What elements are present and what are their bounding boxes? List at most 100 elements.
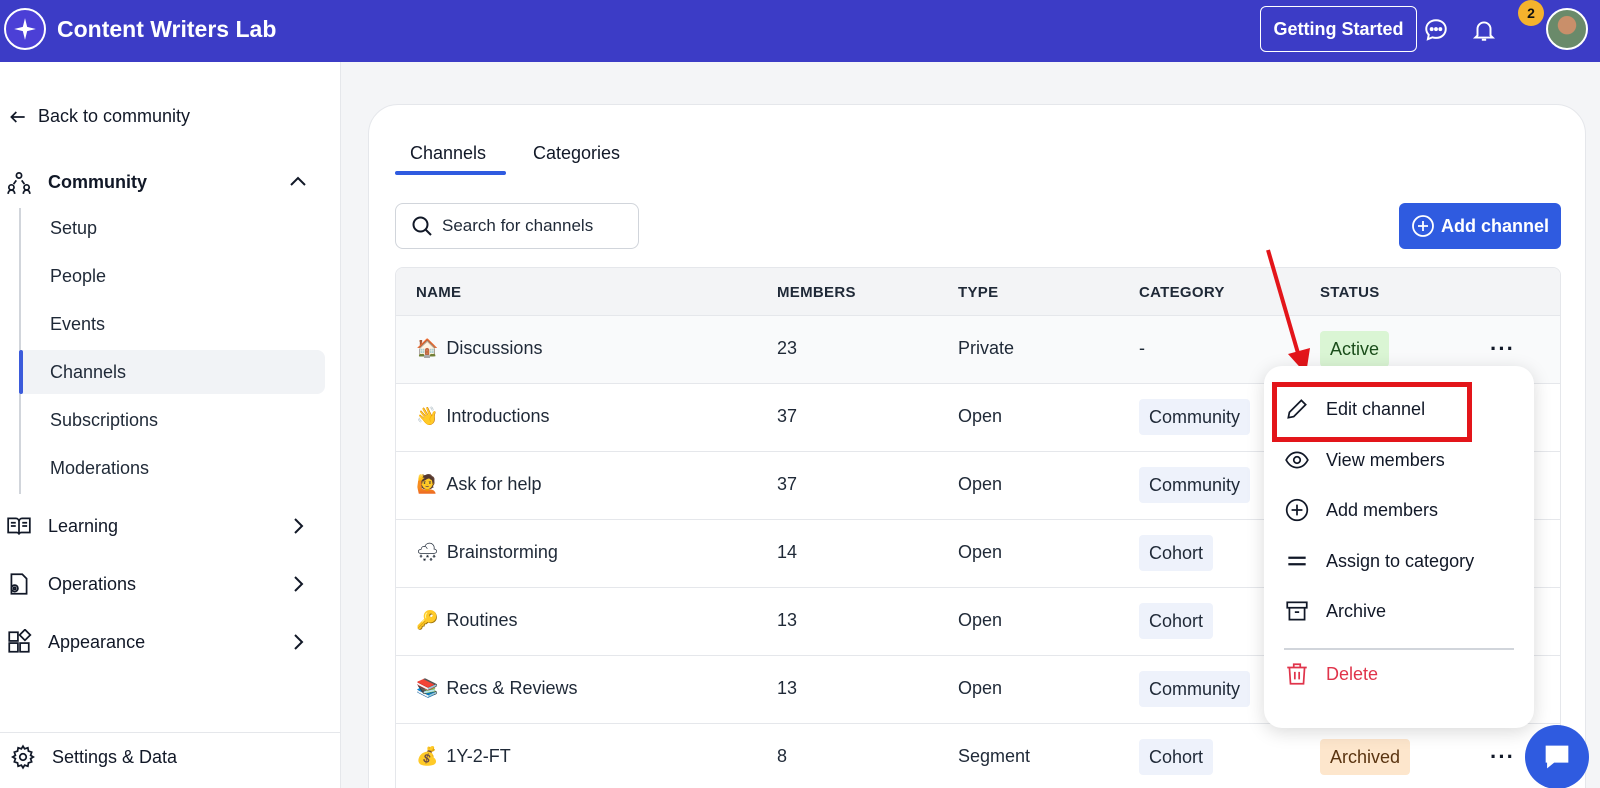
sidebar-item-channels[interactable]: Channels (19, 350, 325, 394)
column-header-status[interactable]: STATUS (1320, 284, 1380, 301)
bell-icon[interactable] (1470, 16, 1498, 44)
arrow-left-icon (10, 110, 25, 123)
channel-type: Open (958, 610, 1003, 630)
operations-icon (4, 569, 34, 599)
channel-name[interactable]: 📚 Recs & Reviews (416, 678, 577, 699)
add-channel-label: Add channel (1440, 215, 1549, 236)
status-badge: Active (1320, 331, 1390, 367)
sidebar-section-appearance[interactable]: Appearance (4, 622, 324, 662)
table-row[interactable]: 💰 1Y-2-FT 8 Segment Cohort Archived ··· (396, 724, 1560, 788)
learning-label: Learning (48, 515, 119, 536)
channel-name-text: Introductions (446, 406, 550, 426)
menu-item-add-members[interactable]: Add members (1284, 488, 1514, 532)
sidebar-divider (0, 732, 341, 733)
back-link-label: Back to community (38, 106, 191, 126)
operations-label: Operations (48, 573, 137, 594)
category-badge: Cohort (1139, 535, 1214, 571)
channel-type: Open (958, 474, 1003, 494)
support-chat-button[interactable] (1525, 725, 1589, 788)
channel-members: 13 (777, 610, 798, 630)
table-header: NAME MEMBERS TYPE CATEGORY STATUS (396, 268, 1560, 316)
channel-emoji: 🙋 (416, 474, 439, 495)
sidebar-item-events[interactable]: Events (19, 302, 325, 346)
menu-divider (1284, 648, 1514, 650)
sidebar-item-subscriptions[interactable]: Subscriptions (19, 398, 325, 442)
equals-icon (1288, 556, 1306, 566)
sidebar-section-operations[interactable]: Operations (4, 564, 324, 604)
menu-item-delete[interactable]: Delete (1284, 652, 1514, 696)
channel-members: 14 (777, 542, 798, 562)
category-badge: Community (1139, 467, 1251, 503)
menu-item-assign-to-category[interactable]: Assign to category (1284, 539, 1514, 583)
column-header-name[interactable]: NAME (416, 284, 461, 301)
add-channel-button[interactable]: Add channel (1399, 203, 1561, 249)
community-label: Community (48, 171, 147, 192)
chat-icon[interactable] (1422, 16, 1450, 44)
column-header-category[interactable]: CATEGORY (1139, 284, 1225, 301)
channel-emoji: 🔑 (416, 610, 439, 631)
menu-item-view-members[interactable]: View members (1284, 438, 1514, 482)
status-badge: Archived (1320, 739, 1411, 775)
back-to-community-link[interactable]: Back to community (8, 106, 190, 127)
settings-label: Settings & Data (52, 746, 178, 767)
channel-name[interactable]: 🌨 Brainstorming (416, 542, 558, 563)
channel-emoji: 💰 (416, 746, 439, 767)
sidebar: Back to community Community Setup People… (0, 62, 341, 788)
category-badge: Cohort (1139, 603, 1214, 639)
sidebar-item-moderations[interactable]: Moderations (19, 446, 325, 490)
plus-circle-icon (1285, 498, 1309, 522)
annotation-highlight-box (1272, 382, 1472, 442)
channel-name[interactable]: 👋 Introductions (416, 406, 549, 427)
sidebar-section-community[interactable]: Community (4, 162, 324, 202)
sidebar-item-people[interactable]: People (19, 254, 325, 298)
archive-icon (1286, 601, 1308, 621)
channel-type: Open (958, 542, 1003, 562)
getting-started-button[interactable]: Getting Started (1260, 6, 1417, 52)
annotation-arrow (1266, 249, 1310, 374)
channel-emoji: 🏠 (416, 338, 439, 359)
column-header-members[interactable]: MEMBERS (777, 284, 856, 301)
column-header-type[interactable]: TYPE (958, 284, 998, 301)
category-badge: Cohort (1139, 739, 1214, 775)
sidebar-item-setup[interactable]: Setup (19, 206, 325, 250)
chevron-up-icon (290, 176, 306, 186)
channel-name-text: Discussions (446, 338, 543, 358)
menu-item-archive[interactable]: Archive (1284, 589, 1514, 633)
more-options-icon[interactable]: ··· (1490, 336, 1515, 362)
tab-channels[interactable]: Channels (410, 143, 486, 164)
appearance-icon (4, 627, 34, 657)
channel-name[interactable]: 💰 1Y-2-FT (416, 746, 511, 767)
settings-and-data-link[interactable]: Settings & Data (10, 744, 177, 770)
top-bar: Content Writers Lab Getting Started 2 (0, 0, 1600, 62)
avatar[interactable] (1546, 8, 1588, 50)
channel-emoji: 📚 (416, 678, 439, 699)
menu-item-label: Delete (1326, 663, 1379, 684)
app-title[interactable]: Content Writers Lab (57, 16, 276, 43)
channel-name[interactable]: 🙋 Ask for help (416, 474, 541, 495)
book-icon (4, 511, 34, 541)
channel-name-text: Routines (446, 610, 518, 630)
active-tab-indicator (395, 171, 506, 175)
channel-emoji: 👋 (416, 406, 439, 427)
channel-category: - (1139, 338, 1145, 358)
channel-members: 8 (777, 746, 788, 766)
search-icon (412, 216, 432, 236)
category-badge: Community (1139, 671, 1251, 707)
channel-name[interactable]: 🏠 Discussions (416, 338, 542, 359)
chat-bubble-icon (1545, 745, 1569, 769)
channel-name[interactable]: 🔑 Routines (416, 610, 517, 631)
channel-name-text: Ask for help (446, 474, 542, 494)
tab-categories[interactable]: Categories (533, 143, 620, 164)
sidebar-section-learning[interactable]: Learning (4, 506, 324, 546)
more-options-icon[interactable]: ··· (1490, 744, 1515, 770)
channel-members: 23 (777, 338, 798, 358)
trash-icon (1287, 663, 1307, 685)
appearance-label: Appearance (48, 631, 146, 652)
channel-emoji: 🌨 (416, 542, 439, 563)
channel-name-text: Recs & Reviews (446, 678, 578, 698)
category-badge: Community (1139, 399, 1251, 435)
search-placeholder: Search for channels (442, 216, 594, 235)
search-input[interactable]: Search for channels (395, 203, 639, 249)
menu-item-label: Add members (1326, 499, 1439, 520)
app-logo-icon[interactable] (4, 8, 46, 50)
